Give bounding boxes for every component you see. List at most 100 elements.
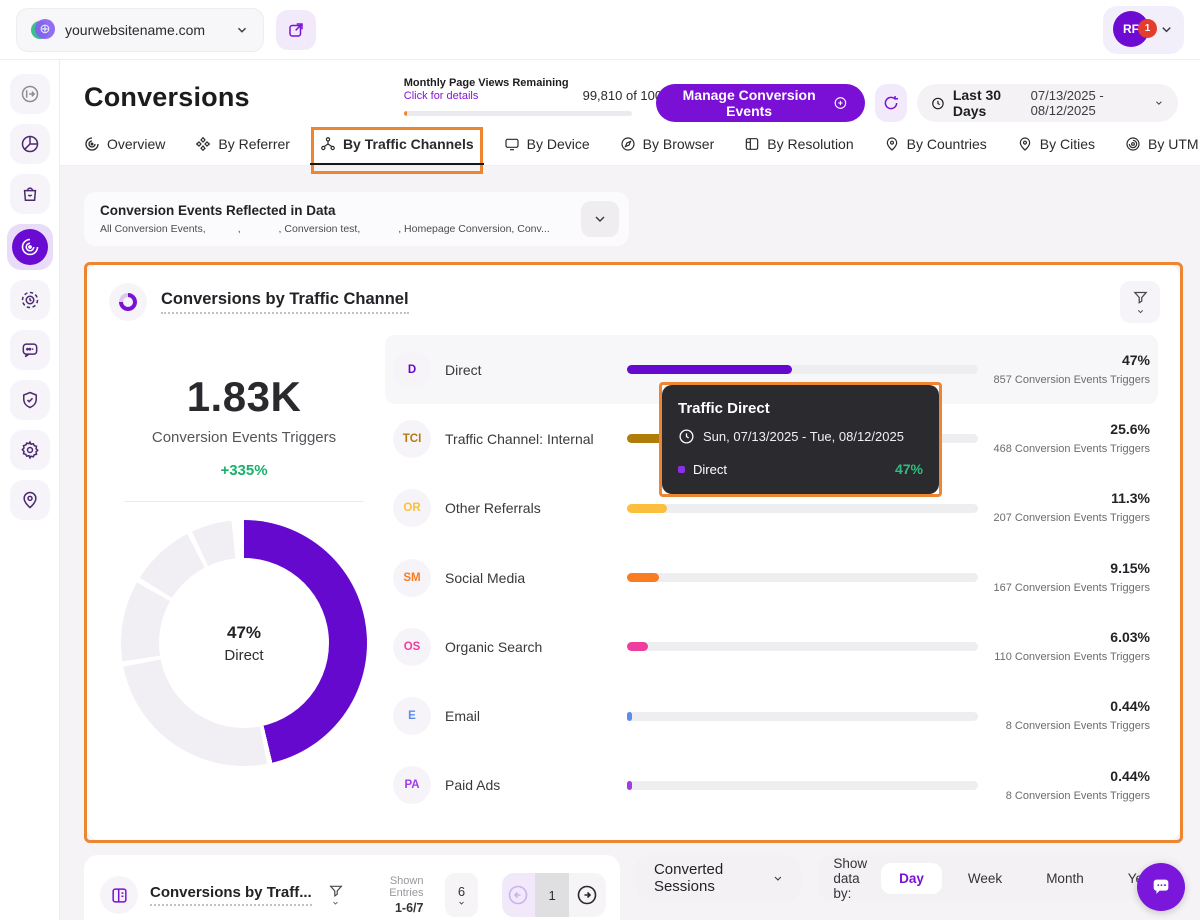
pageviews-quota: Monthly Page Views Remaining Click for d… <box>404 76 632 116</box>
chevron-down-icon <box>1154 97 1164 109</box>
tooltip-date: Sun, 07/13/2025 - Tue, 08/12/2025 <box>703 429 904 444</box>
tab-label: By Cities <box>1040 136 1095 152</box>
account-menu[interactable]: RF 1 <box>1103 6 1184 54</box>
channel-percent: 6.03% <box>1110 629 1150 645</box>
tab-label: By Resolution <box>767 136 853 152</box>
tooltip-title: Traffic Direct <box>678 400 923 417</box>
donut-chart[interactable]: 47% Direct <box>121 520 367 766</box>
arrow-left-circle-icon <box>506 883 530 907</box>
page-header: Conversions Monthly Page Views Remaining… <box>60 60 1200 126</box>
channel-bar <box>627 573 978 582</box>
website-selector[interactable]: ⊕ yourwebsitename.com <box>16 8 264 52</box>
date-range-picker[interactable]: Last 30 Days 07/13/2025 - 08/12/2025 <box>917 84 1178 122</box>
date-range-value: 07/13/2025 - 08/12/2025 <box>1031 88 1147 118</box>
sidebar-item-settings[interactable] <box>10 430 50 470</box>
referrer-icon <box>195 136 211 152</box>
tab-label: By Traffic Channels <box>343 136 474 152</box>
chart-card-annotation-box: Conversions by Traffic Channel 1.83K Con… <box>84 262 1183 843</box>
channel-label: Traffic Channel: Internal <box>445 431 613 447</box>
manage-conversion-events-button[interactable]: Manage Conversion Events <box>656 84 866 122</box>
tab-label: By Browser <box>643 136 715 152</box>
sidebar-item-locations[interactable] <box>10 480 50 520</box>
page-size-value: 6 <box>458 884 465 899</box>
channel-count: 857 Conversion Events Triggers <box>992 373 1150 388</box>
browser-icon <box>620 136 636 152</box>
next-page-button[interactable] <box>569 873 606 917</box>
tooltip-series: Direct <box>693 462 727 477</box>
tab-by-device[interactable]: By Device <box>504 136 590 165</box>
chart-filter-button[interactable] <box>1120 281 1160 323</box>
device-icon <box>504 136 520 152</box>
channel-count: 8 Conversion Events Triggers <box>992 789 1150 804</box>
shield-check-icon <box>20 390 40 410</box>
events-bar-expand-button[interactable] <box>581 201 619 237</box>
channel-row-email[interactable]: E Email 0.44%8 Conversion Events Trigger… <box>385 681 1158 750</box>
page-size-selector[interactable]: 6 <box>445 873 477 917</box>
tab-by-countries[interactable]: By Countries <box>884 136 987 165</box>
tab-by-utm-campaign[interactable]: By UTM Campaign <box>1125 136 1200 165</box>
tab-by-referrer[interactable]: By Referrer <box>195 136 290 165</box>
channel-percent: 0.44% <box>1110 768 1150 784</box>
tab-by-cities[interactable]: By Cities <box>1017 136 1095 165</box>
filter-funnel-icon <box>1132 289 1149 306</box>
channel-percent: 0.44% <box>1110 698 1150 714</box>
channel-label: Organic Search <box>445 639 613 655</box>
notification-badge: 1 <box>1138 19 1157 38</box>
sidebar <box>0 60 60 920</box>
shown-entries-label: Shown Entries <box>364 875 424 899</box>
channel-percent: 47% <box>1122 352 1150 368</box>
sidebar-item-privacy[interactable] <box>10 380 50 420</box>
period-week[interactable]: Week <box>950 863 1020 894</box>
metric-dropdown[interactable]: Converted Sessions <box>636 855 801 901</box>
sidebar-item-dashboard[interactable] <box>10 124 50 164</box>
total-label: Conversion Events Triggers <box>152 429 336 446</box>
channel-label: Paid Ads <box>445 777 613 793</box>
channel-row-organic-search[interactable]: OS Organic Search 6.03%110 Conversion Ev… <box>385 612 1158 681</box>
series-color-dot <box>678 466 685 473</box>
location-pin-icon <box>20 490 40 510</box>
sidebar-item-conversions[interactable] <box>7 224 53 270</box>
tooltip-annotation-box: Traffic Direct Sun, 07/13/2025 - Tue, 08… <box>659 382 942 497</box>
open-website-button[interactable] <box>276 10 316 50</box>
clock-icon <box>678 428 695 445</box>
metric-dropdown-value: Converted Sessions <box>654 861 760 895</box>
period-day[interactable]: Day <box>881 863 942 894</box>
pie-chart-icon <box>20 134 40 154</box>
channel-label: Email <box>445 708 613 724</box>
tab-by-traffic-channels[interactable]: By Traffic Channels <box>320 136 474 165</box>
resolution-icon <box>744 136 760 152</box>
tab-label: Overview <box>107 136 165 152</box>
tab-overview[interactable]: Overview <box>84 136 165 165</box>
sidebar-item-feedback[interactable] <box>10 330 50 370</box>
channel-badge: OR <box>393 489 431 527</box>
shown-entries-value: 1-6/7 <box>364 901 424 915</box>
channel-row-paid-ads[interactable]: PA Paid Ads 0.44% 8 Conversion Events Tri… <box>385 751 1158 820</box>
traffic-channels-icon <box>320 136 336 152</box>
chat-support-button[interactable] <box>1137 863 1185 911</box>
channel-row-social-media[interactable]: SM Social Media 9.15%167 Conversion Even… <box>385 543 1158 612</box>
channel-bar <box>627 781 978 790</box>
donut-chart-icon <box>109 283 147 321</box>
channel-count: 8 Conversion Events Triggers <box>992 719 1150 734</box>
tab-by-browser[interactable]: By Browser <box>620 136 715 165</box>
donut-center-label: Direct <box>224 647 263 664</box>
pagination: 1 <box>502 873 606 917</box>
pageviews-details-link[interactable]: Click for details <box>404 90 569 102</box>
chart-title: Conversions by Traffic Channel <box>161 290 409 314</box>
utm-campaign-icon <box>1125 136 1141 152</box>
table-filter-button[interactable] <box>328 883 344 907</box>
tab-by-resolution[interactable]: By Resolution <box>744 136 853 165</box>
sidebar-item-session-recordings[interactable] <box>10 280 50 320</box>
refresh-button[interactable] <box>875 84 907 122</box>
channel-badge: PA <box>393 766 431 804</box>
gear-icon <box>20 440 40 460</box>
session-recording-icon <box>20 290 40 310</box>
channel-bar <box>627 365 978 374</box>
period-month[interactable]: Month <box>1028 863 1102 894</box>
previous-page-button[interactable] <box>502 873 536 917</box>
channel-count: 110 Conversion Events Triggers <box>992 650 1150 665</box>
website-logo-icon: ⊕ <box>31 18 55 42</box>
sidebar-collapse-icon[interactable] <box>10 74 50 114</box>
tooltip-value: 47% <box>895 461 923 477</box>
sidebar-item-ecommerce[interactable] <box>10 174 50 214</box>
